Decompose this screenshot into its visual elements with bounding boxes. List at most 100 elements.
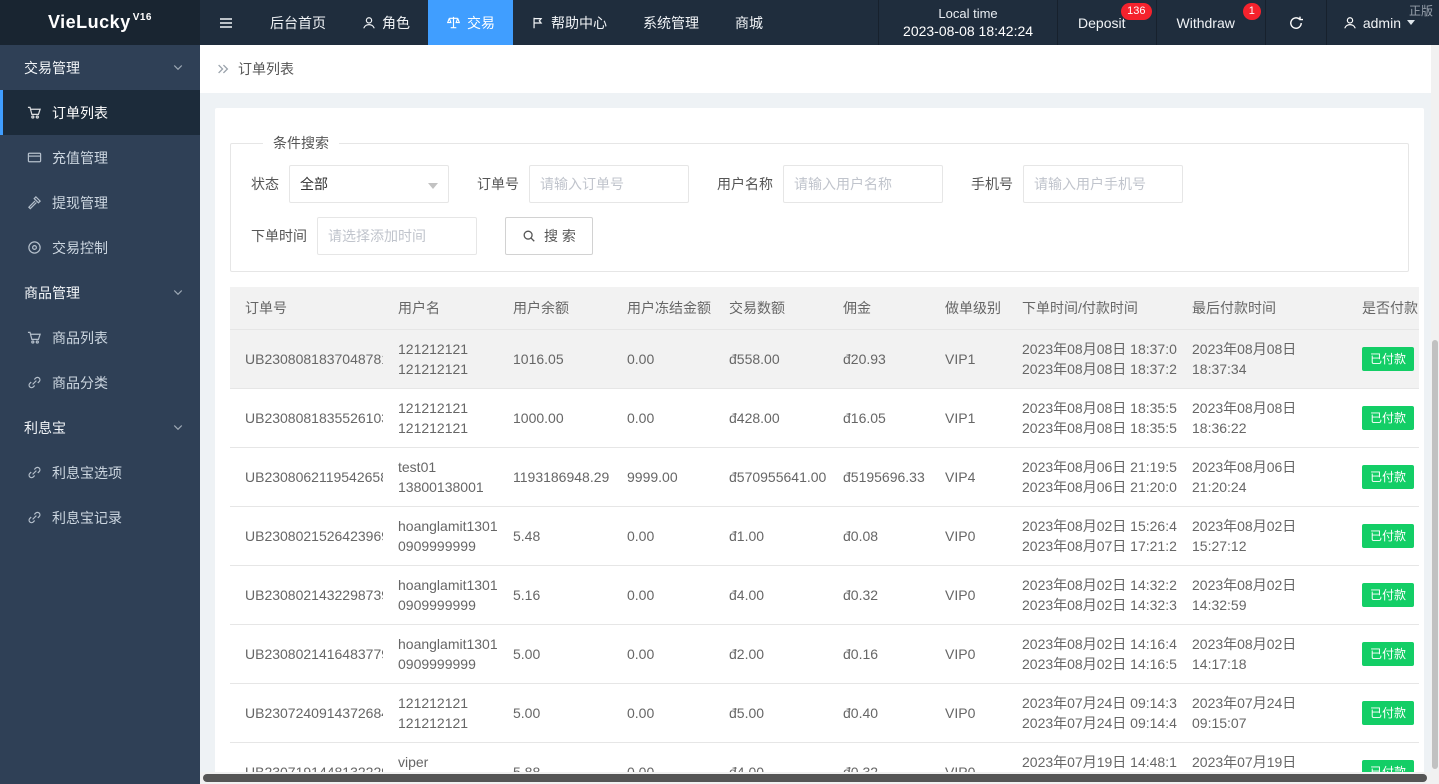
refresh-button[interactable] xyxy=(1266,0,1327,45)
horizontal-scrollbar[interactable] xyxy=(200,772,1439,784)
sidebar-item-order-list[interactable]: 订单列表 xyxy=(0,90,200,135)
cell-order-no: UB2308021432298739 xyxy=(230,565,383,625)
status-select[interactable]: 全部 xyxy=(289,165,449,203)
cart-icon xyxy=(27,105,42,120)
sidebar-item-trade-control[interactable]: 交易控制 xyxy=(0,225,200,270)
phone-input[interactable] xyxy=(1023,165,1183,203)
nav-label: 后台首页 xyxy=(270,14,326,31)
sidebar-item-product-list[interactable]: 商品列表 xyxy=(0,315,200,360)
nav-item-system[interactable]: 系统管理 xyxy=(625,0,717,45)
admin-label: admin xyxy=(1362,14,1401,31)
sidebar-item-interest-records[interactable]: 利息宝记录 xyxy=(0,495,200,540)
hammer-icon xyxy=(27,195,42,210)
hamburger-icon[interactable] xyxy=(200,0,252,45)
paid-badge[interactable]: 已付款 xyxy=(1362,406,1415,430)
paid-badge[interactable]: 已付款 xyxy=(1362,465,1415,489)
chevron-down-icon xyxy=(172,285,184,301)
sidebar-item-interest-options[interactable]: 利息宝选项 xyxy=(0,450,200,495)
top-nav: 后台首页 角色 交易 帮助中心 系统管理 商城 xyxy=(252,0,781,45)
cell-level: VIP1 xyxy=(930,388,1007,448)
chevron-down-icon xyxy=(172,60,184,76)
order-no-field-group: 订单号 xyxy=(477,165,689,203)
username-line: 121212121 xyxy=(398,341,469,357)
phone-line: 121212121 xyxy=(398,715,469,731)
cell-commission: đ0.16 xyxy=(828,624,930,684)
cell-balance: 5.48 xyxy=(498,506,612,566)
cell-trade-amount: đ5.00 xyxy=(714,683,828,743)
nav-item-trade[interactable]: 交易 xyxy=(428,0,513,45)
nav-item-mall[interactable]: 商城 xyxy=(717,0,781,45)
search-button-label: 搜 索 xyxy=(544,228,576,244)
search-button[interactable]: 搜 索 xyxy=(505,217,593,255)
chevron-down-icon xyxy=(172,420,184,436)
nav-label: 商城 xyxy=(735,14,763,31)
horizontal-scrollbar-thumb[interactable] xyxy=(203,774,1427,782)
paid-badge[interactable]: 已付款 xyxy=(1362,701,1415,725)
nav-item-help[interactable]: 帮助中心 xyxy=(513,0,625,45)
order-time-line: 2023年08月08日 18:37:04 xyxy=(1022,341,1177,357)
cell-paid-status: 已付款 xyxy=(1347,447,1419,507)
cell-trade-amount: đ4.00 xyxy=(714,565,828,625)
table-row: UB2308081837048781 121212121 121212121 1… xyxy=(230,329,1419,389)
paid-badge[interactable]: 已付款 xyxy=(1362,583,1415,607)
logo-version: V16 xyxy=(132,12,152,23)
cell-trade-amount: đ2.00 xyxy=(714,624,828,684)
sidebar-group-product-mgmt[interactable]: 商品管理 xyxy=(0,270,200,315)
cell-paid-status: 已付款 xyxy=(1347,506,1419,566)
cell-level: VIP0 xyxy=(930,565,1007,625)
paid-badge[interactable]: 已付款 xyxy=(1362,524,1415,548)
status-field-group: 状态 全部 xyxy=(251,165,449,203)
cell-commission: đ0.40 xyxy=(828,683,930,743)
withdraw-button[interactable]: Withdraw 1 xyxy=(1157,0,1266,45)
cell-frozen: 0.00 xyxy=(612,506,714,566)
sidebar-item-recharge-mgmt[interactable]: 充值管理 xyxy=(0,135,200,180)
cell-order-no: UB2308062119542658 xyxy=(230,447,383,507)
username-line: 121212121 xyxy=(398,400,469,416)
order-time-line: 2023年08月06日 21:19:54 xyxy=(1022,459,1177,475)
nav-item-home[interactable]: 后台首页 xyxy=(252,0,344,45)
pay-time-line: 2023年08月02日 14:32:36 xyxy=(1022,597,1177,613)
refresh-icon xyxy=(1288,15,1304,31)
order-time-label: 下单时间 xyxy=(251,228,307,244)
link-icon xyxy=(27,510,42,525)
order-time-input[interactable] xyxy=(317,217,477,255)
sidebar-item-product-category[interactable]: 商品分类 xyxy=(0,360,200,405)
sidebar-item-label: 商品分类 xyxy=(52,374,108,391)
order-time-field-group: 下单时间 xyxy=(251,217,477,255)
table-row: UB2308081835526103 121212121 121212121 1… xyxy=(230,388,1419,448)
vertical-scrollbar[interactable] xyxy=(1431,45,1439,772)
cell-balance: 5.00 xyxy=(498,624,612,684)
order-no-input[interactable] xyxy=(529,165,689,203)
nav-label: 帮助中心 xyxy=(551,14,607,31)
nav-item-roles[interactable]: 角色 xyxy=(344,0,428,45)
cell-commission: đ0.32 xyxy=(828,565,930,625)
table-row: UB2308021526423969 hoanglamit1301 090999… xyxy=(230,506,1419,566)
phone-label: 手机号 xyxy=(971,176,1013,192)
search-icon xyxy=(523,230,535,242)
sidebar-group-interest[interactable]: 利息宝 xyxy=(0,405,200,450)
order-time-line: 2023年07月24日 09:14:37 xyxy=(1022,695,1177,711)
table-header: 交易数额 xyxy=(714,287,828,330)
cell-frozen: 9999.00 xyxy=(612,447,714,507)
paid-badge[interactable]: 已付款 xyxy=(1362,642,1415,666)
deposit-button[interactable]: Deposit 136 xyxy=(1058,0,1157,45)
nav-label: 交易 xyxy=(467,14,495,31)
sidebar-group-trade-mgmt[interactable]: 交易管理 xyxy=(0,45,200,90)
cell-order-time: 2023年08月02日 14:32:29 2023年08月02日 14:32:3… xyxy=(1007,565,1177,625)
paid-badge[interactable]: 已付款 xyxy=(1362,347,1415,371)
phone-line: 13800138001 xyxy=(398,479,484,495)
table-row: UB2307240914372684 121212121 121212121 5… xyxy=(230,683,1419,743)
cell-paid-status: 已付款 xyxy=(1347,683,1419,743)
link-icon xyxy=(27,375,42,390)
vertical-scrollbar-thumb[interactable] xyxy=(1432,340,1438,769)
username-input[interactable] xyxy=(783,165,943,203)
cell-username: 121212121 121212121 xyxy=(383,329,498,389)
watermark: 正版 xyxy=(1408,4,1433,18)
table-row: UB2308021432298739 hoanglamit1301 090999… xyxy=(230,565,1419,625)
phone-line: 0909999999 xyxy=(398,656,476,672)
user-icon xyxy=(1343,16,1357,30)
sidebar-item-withdraw-mgmt[interactable]: 提现管理 xyxy=(0,180,200,225)
scale-icon xyxy=(446,15,461,30)
username-line: viper xyxy=(398,754,429,770)
cell-order-no: UB2308021526423969 xyxy=(230,506,383,566)
